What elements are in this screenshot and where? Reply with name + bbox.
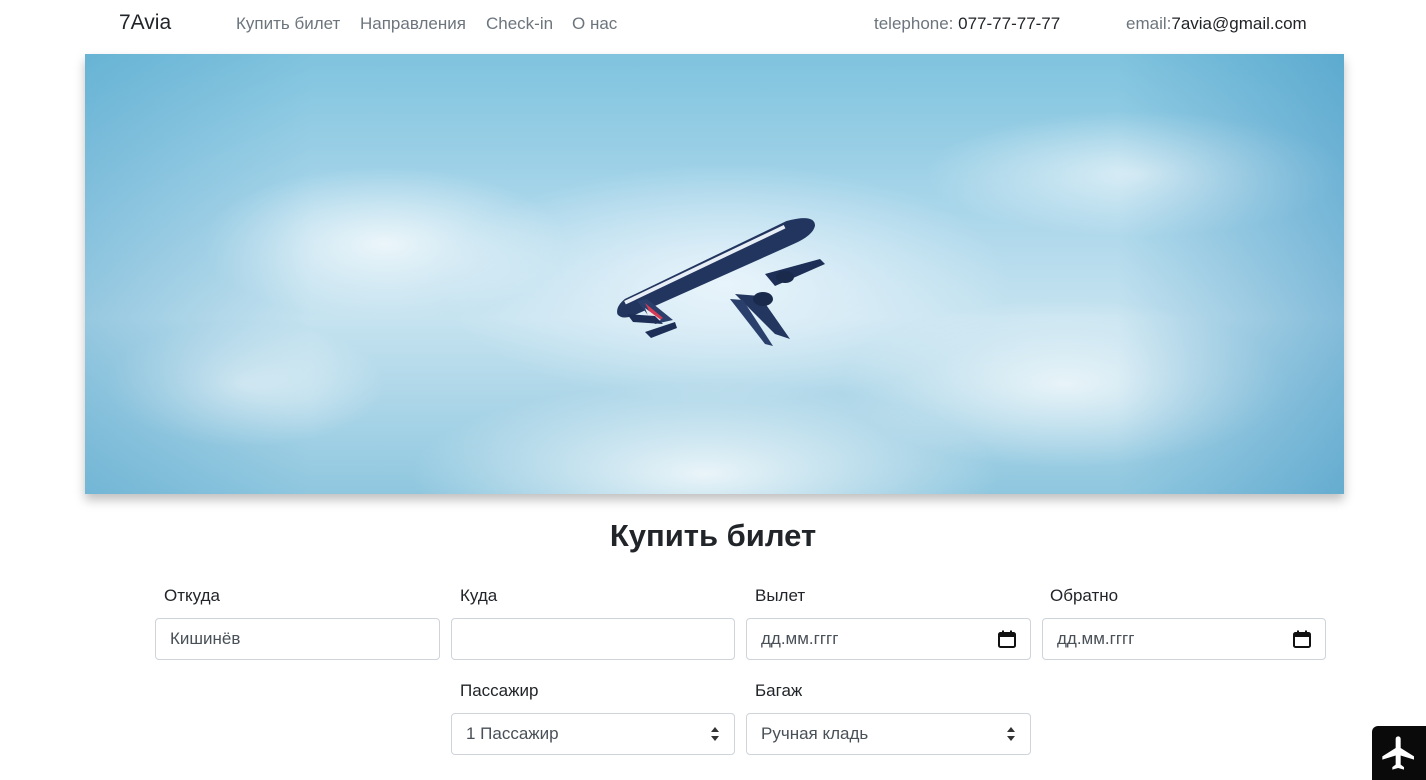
select-arrows-icon [711,727,719,741]
phone-value[interactable]: 077-77-77-77 [958,14,1060,33]
baggage-select[interactable]: Ручная кладь [746,713,1031,755]
page-title: Купить билет [609,518,817,553]
from-field[interactable]: Кишинёв [155,618,440,660]
nav-link-buy-ticket[interactable]: Купить билет [236,14,340,34]
from-label: Откуда [164,586,220,605]
navbar: 7Avia Купить билет Направления Check-in … [0,0,1426,50]
passengers-selected: 1 Пассажир [466,724,559,743]
nav-link-destinations[interactable]: Направления [360,14,466,34]
depart-label: Вылет [755,586,806,605]
baggage-label: Багаж [755,681,803,700]
passengers-select[interactable]: 1 Пассажир [451,713,735,755]
select-arrows-icon [1007,727,1015,741]
calendar-icon[interactable] [1293,630,1311,648]
depart-placeholder: дд.мм.гггг [761,629,839,648]
airplane-fab-button[interactable] [1372,726,1426,780]
phone-contact: telephone: 077-77-77-77 [874,14,1060,34]
airplane-image [617,218,825,346]
passengers-label: Пассажир [460,681,539,700]
to-label: Куда [460,586,498,605]
airplane-icon [1382,736,1414,770]
nav-link-check-in[interactable]: Check-in [486,14,553,34]
return-placeholder: дд.мм.гггг [1057,629,1135,648]
nav-link-about[interactable]: О нас [572,14,617,34]
to-field[interactable] [451,618,735,660]
return-date-field[interactable]: дд.мм.гггг [1042,618,1326,660]
email-contact: email:7avia@gmail.com [1126,14,1307,34]
calendar-icon[interactable] [998,630,1016,648]
depart-date-field[interactable]: дд.мм.гггг [746,618,1031,660]
email-value[interactable]: 7avia@gmail.com [1171,14,1306,33]
phone-label: telephone: [874,14,959,33]
baggage-selected: Ручная кладь [761,724,869,743]
email-label: email: [1126,14,1172,33]
hero-banner [85,54,1344,494]
brand-logo[interactable]: 7Avia [119,11,171,35]
from-value: Кишинёв [170,629,241,648]
return-label: Обратно [1050,586,1119,605]
